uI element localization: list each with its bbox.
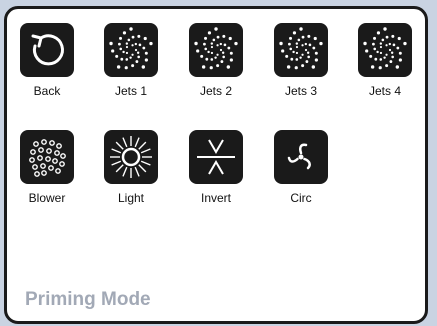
invert-button[interactable]: Invert — [188, 130, 244, 205]
jets2-label: Jets 2 — [199, 84, 232, 98]
invert-label: Invert — [200, 191, 231, 205]
jets-swirl-icon[interactable] — [358, 23, 412, 77]
blower-bubbles-icon[interactable] — [20, 130, 74, 184]
light-sun-icon[interactable] — [104, 130, 158, 184]
back-button[interactable]: Back — [19, 23, 75, 98]
jets1-label: Jets 1 — [114, 84, 147, 98]
jets-swirl-icon[interactable] — [274, 23, 328, 77]
invert-icon[interactable] — [189, 130, 243, 184]
jets4-button[interactable]: Jets 4 — [357, 23, 413, 98]
blower-button[interactable]: Blower — [19, 130, 75, 205]
back-label: Back — [33, 84, 61, 98]
control-panel: Back Jets 1 Jets 2 Jets 3 Jets 4 Blower — [4, 6, 428, 324]
blower-label: Blower — [28, 191, 66, 205]
jets2-button[interactable]: Jets 2 — [188, 23, 244, 98]
light-label: Light — [117, 191, 145, 205]
light-button[interactable]: Light — [103, 130, 159, 205]
back-arrow-icon[interactable] — [20, 23, 74, 77]
jets3-label: Jets 3 — [284, 84, 317, 98]
jets4-label: Jets 4 — [368, 84, 401, 98]
circ-button[interactable]: Circ — [273, 130, 329, 205]
circ-label: Circ — [290, 191, 312, 205]
jets3-button[interactable]: Jets 3 — [273, 23, 329, 98]
jets-swirl-icon[interactable] — [104, 23, 158, 77]
circ-pump-icon[interactable] — [274, 130, 328, 184]
jets1-button[interactable]: Jets 1 — [103, 23, 159, 98]
priming-mode-status: Priming Mode — [25, 289, 151, 310]
jets-swirl-icon[interactable] — [189, 23, 243, 77]
